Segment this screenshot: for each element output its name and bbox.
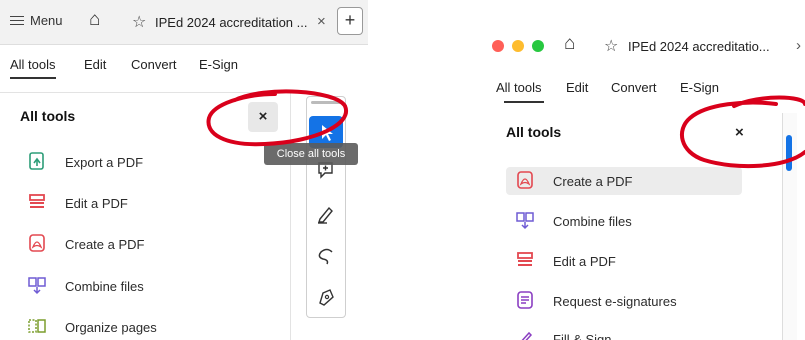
toolbar-grip[interactable] [311, 101, 341, 104]
close-all-tools-button[interactable]: × [248, 102, 278, 132]
tool-label: Edit a PDF [65, 195, 128, 211]
fill-sign-icon [515, 328, 537, 340]
tool-label: Combine files [65, 278, 144, 294]
acrobat-window-right: ⌂ ☆ IPEd 2024 accreditatio... › All tool… [480, 0, 805, 340]
tool-edit-pdf[interactable]: Edit a PDF [27, 192, 128, 214]
rail-active-indicator[interactable] [786, 135, 792, 171]
home-icon[interactable]: ⌂ [89, 9, 100, 31]
all-tools-pane: All tools × Create a PDF Combine files E… [480, 106, 767, 340]
nav-tab-convert[interactable]: Convert [611, 80, 657, 95]
active-tab-indicator [504, 101, 544, 103]
pane-title: All tools [506, 124, 562, 140]
tool-request-esignatures[interactable]: Request e-signatures [515, 290, 677, 312]
title-bar: Menu ⌂ ☆ IPEd 2024 accreditation ... × + [0, 0, 368, 45]
create-pdf-icon [515, 170, 537, 192]
document-tab-title[interactable]: IPEd 2024 accreditatio... [628, 39, 770, 54]
tool-edit-pdf[interactable]: Edit a PDF [515, 250, 616, 272]
nav-tab-all-tools[interactable]: All tools [10, 57, 56, 72]
tool-export-pdf[interactable]: Export a PDF [27, 151, 143, 173]
all-tools-pane: All tools × Export a PDF Edit a PDF Crea… [0, 92, 291, 340]
menu-button[interactable]: Menu [10, 13, 63, 28]
edit-pdf-icon [515, 250, 537, 272]
close-tooltip: Close all tools [264, 143, 358, 165]
tool-create-pdf[interactable]: Create a PDF [515, 170, 632, 192]
tab-close-icon[interactable]: × [317, 13, 326, 30]
edit-pdf-icon [27, 192, 49, 214]
freehand-icon [318, 248, 333, 265]
tool-combine-files[interactable]: Combine files [515, 210, 632, 232]
tool-label: Request e-signatures [553, 293, 677, 309]
highlighter-icon [318, 206, 333, 224]
quick-tools-toolbar [306, 96, 346, 318]
pen-nib-icon [319, 289, 334, 306]
create-pdf-icon [27, 233, 49, 255]
hamburger-icon [10, 15, 24, 26]
tool-label: Organize pages [65, 319, 157, 335]
highlight-button[interactable] [315, 203, 337, 225]
home-icon[interactable]: ⌂ [564, 33, 575, 55]
request-esign-icon [515, 290, 537, 312]
tool-label: Combine files [553, 213, 632, 229]
close-all-tools-button[interactable]: × [735, 124, 744, 141]
tool-fill-sign[interactable]: Fill & Sign [515, 328, 612, 340]
draw-button[interactable] [315, 245, 337, 267]
window-minimize-dot[interactable] [512, 40, 524, 52]
menu-label: Menu [30, 13, 63, 28]
document-tab-title[interactable]: IPEd 2024 accreditation ... [155, 15, 307, 30]
tool-label: Create a PDF [553, 173, 633, 189]
tool-label: Fill & Sign [553, 331, 612, 340]
tool-organize-pages[interactable]: Organize pages [27, 316, 157, 338]
right-rail [782, 113, 797, 340]
tab-overflow-icon[interactable]: › [796, 37, 801, 54]
combine-files-icon [515, 210, 537, 232]
nav-tab-convert[interactable]: Convert [131, 57, 177, 72]
sign-button[interactable] [315, 286, 337, 308]
nav-tab-edit[interactable]: Edit [84, 57, 106, 72]
tool-create-pdf[interactable]: Create a PDF [27, 233, 144, 255]
nav-tab-edit[interactable]: Edit [566, 80, 588, 95]
export-pdf-icon [27, 151, 49, 173]
tool-label: Create a PDF [65, 236, 145, 252]
title-bar: ⌂ ☆ IPEd 2024 accreditatio... › [480, 0, 805, 80]
nav-tab-all-tools[interactable]: All tools [496, 80, 542, 95]
nav-tab-esign[interactable]: E-Sign [199, 57, 238, 72]
star-icon[interactable]: ☆ [604, 36, 618, 56]
tool-combine-files[interactable]: Combine files [27, 275, 144, 297]
tool-label: Edit a PDF [553, 253, 616, 269]
pane-title: All tools [20, 108, 76, 124]
acrobat-window-left: Menu ⌂ ☆ IPEd 2024 accreditation ... × +… [0, 0, 368, 340]
combine-files-icon [27, 275, 49, 297]
star-icon[interactable]: ☆ [132, 12, 146, 32]
new-tab-button[interactable]: + [337, 7, 363, 35]
tool-label: Export a PDF [65, 154, 144, 170]
window-close-dot[interactable] [492, 40, 504, 52]
nav-tab-esign[interactable]: E-Sign [680, 80, 719, 95]
active-tab-indicator [10, 77, 56, 79]
organize-pages-icon [27, 316, 49, 338]
window-maximize-dot[interactable] [532, 40, 544, 52]
